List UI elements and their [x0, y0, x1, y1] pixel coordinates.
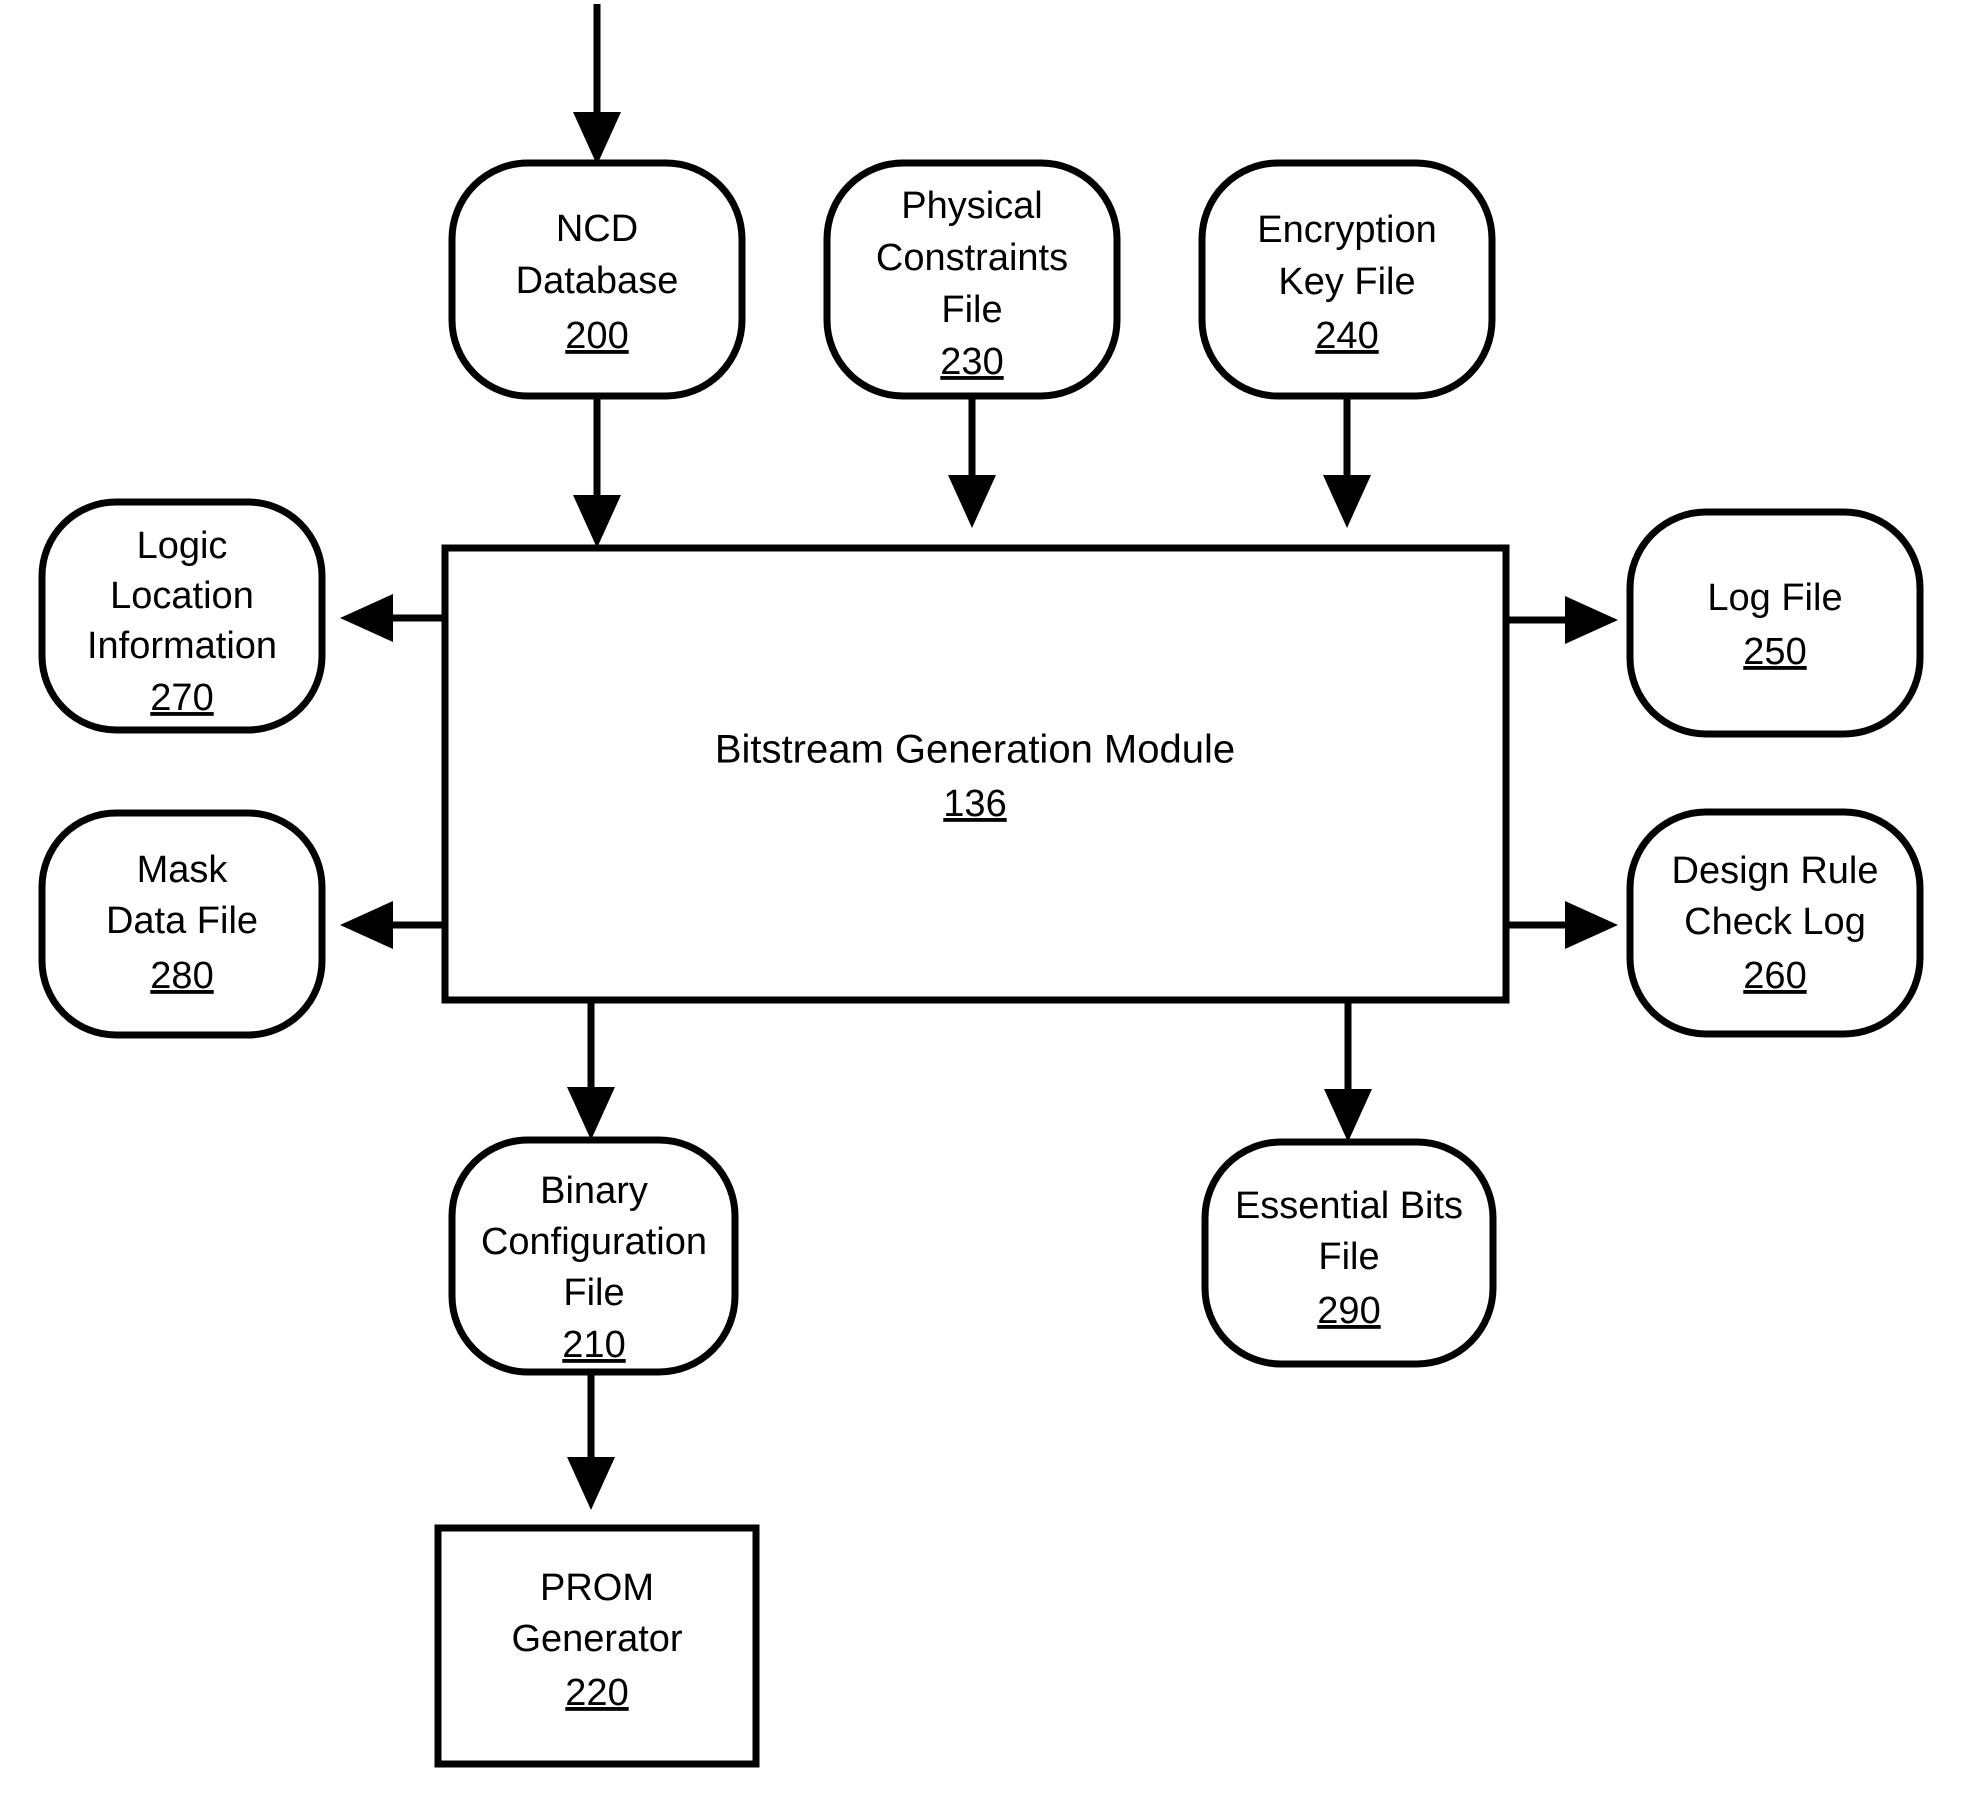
node-mask-data-file-line-1: Data File [106, 900, 258, 942]
node-encryption-key-file-ref: 240 [1315, 315, 1378, 357]
figure-canvas: NCD Database 200 Physical Constraints Fi… [0, 0, 1974, 1793]
node-bitstream-generation-module-line-0: Bitstream Generation Module [715, 728, 1235, 772]
connector-module-to-mask-data-file [340, 901, 445, 949]
node-log-file-line-0: Log File [1707, 577, 1842, 619]
connector-module-to-binary-config-file [567, 1000, 615, 1140]
node-logic-location-information-line-1: Location [110, 575, 254, 617]
node-ncd-database-line-1: Database [516, 260, 679, 302]
node-binary-configuration-file-line-2: File [563, 1272, 624, 1314]
node-encryption-key-file-line-1: Key File [1278, 261, 1415, 303]
node-logic-location-information-line-2: Information [87, 625, 277, 667]
node-binary-configuration-file-ref: 210 [562, 1324, 625, 1366]
node-logic-location-information-line-0: Logic [137, 525, 228, 567]
node-design-rule-check-log[interactable]: Design Rule Check Log 260 [1626, 808, 1924, 1038]
node-prom-generator-ref: 220 [565, 1672, 628, 1714]
node-physical-constraints-file-line-2: File [941, 289, 1002, 331]
node-prom-generator[interactable]: PROM Generator 220 [434, 1524, 760, 1768]
node-physical-constraints-file-line-1: Constraints [876, 237, 1068, 279]
node-essential-bits-file-line-1: File [1318, 1236, 1379, 1278]
node-log-file-ref: 250 [1743, 631, 1806, 673]
connector-physical-constraints-to-module [948, 395, 996, 528]
connector-encryption-key-to-module [1323, 395, 1371, 528]
block-diagram: NCD Database 200 Physical Constraints Fi… [38, 4, 1924, 1768]
node-mask-data-file[interactable]: Mask Data File 280 [38, 809, 326, 1039]
node-ncd-database-ref: 200 [565, 315, 628, 357]
node-essential-bits-file-ref: 290 [1317, 1290, 1380, 1332]
connector-module-to-log-file [1506, 596, 1618, 644]
node-physical-constraints-file[interactable]: Physical Constraints File 230 [823, 159, 1121, 400]
connector-external-to-ncd-database [573, 4, 621, 165]
connector-module-to-logic-location [340, 594, 445, 642]
node-prom-generator-line-1: Generator [511, 1618, 682, 1660]
node-log-file[interactable]: Log File 250 [1626, 508, 1924, 738]
node-ncd-database[interactable]: NCD Database 200 [448, 159, 746, 400]
node-essential-bits-file-line-0: Essential Bits [1235, 1185, 1463, 1227]
node-mask-data-file-ref: 280 [150, 955, 213, 997]
connector-module-to-essential-bits-file [1324, 1000, 1372, 1142]
node-encryption-key-file-line-0: Encryption [1257, 209, 1437, 251]
node-logic-location-information[interactable]: Logic Location Information 270 [38, 498, 326, 734]
connector-ncd-database-to-module [573, 395, 621, 548]
node-binary-configuration-file-line-0: Binary [540, 1170, 648, 1212]
node-design-rule-check-log-line-0: Design Rule [1672, 850, 1879, 892]
node-logic-location-information-ref: 270 [150, 677, 213, 719]
node-design-rule-check-log-line-1: Check Log [1684, 901, 1866, 943]
node-essential-bits-file[interactable]: Essential Bits File 290 [1201, 1138, 1497, 1368]
connector-module-to-design-rule-check-log [1506, 901, 1618, 949]
node-mask-data-file-line-0: Mask [137, 849, 229, 891]
node-physical-constraints-file-line-0: Physical [901, 185, 1043, 227]
node-binary-configuration-file-line-1: Configuration [481, 1221, 707, 1263]
node-binary-configuration-file[interactable]: Binary Configuration File 210 [448, 1136, 739, 1376]
connector-binary-config-file-to-prom-generator [567, 1370, 615, 1510]
node-ncd-database-line-0: NCD [556, 208, 638, 250]
node-design-rule-check-log-ref: 260 [1743, 955, 1806, 997]
node-encryption-key-file[interactable]: Encryption Key File 240 [1198, 159, 1496, 400]
node-prom-generator-line-0: PROM [540, 1567, 654, 1609]
node-bitstream-generation-module-ref: 136 [943, 783, 1006, 825]
node-physical-constraints-file-ref: 230 [940, 341, 1003, 383]
node-bitstream-generation-module[interactable]: Bitstream Generation Module 136 [441, 544, 1510, 1004]
